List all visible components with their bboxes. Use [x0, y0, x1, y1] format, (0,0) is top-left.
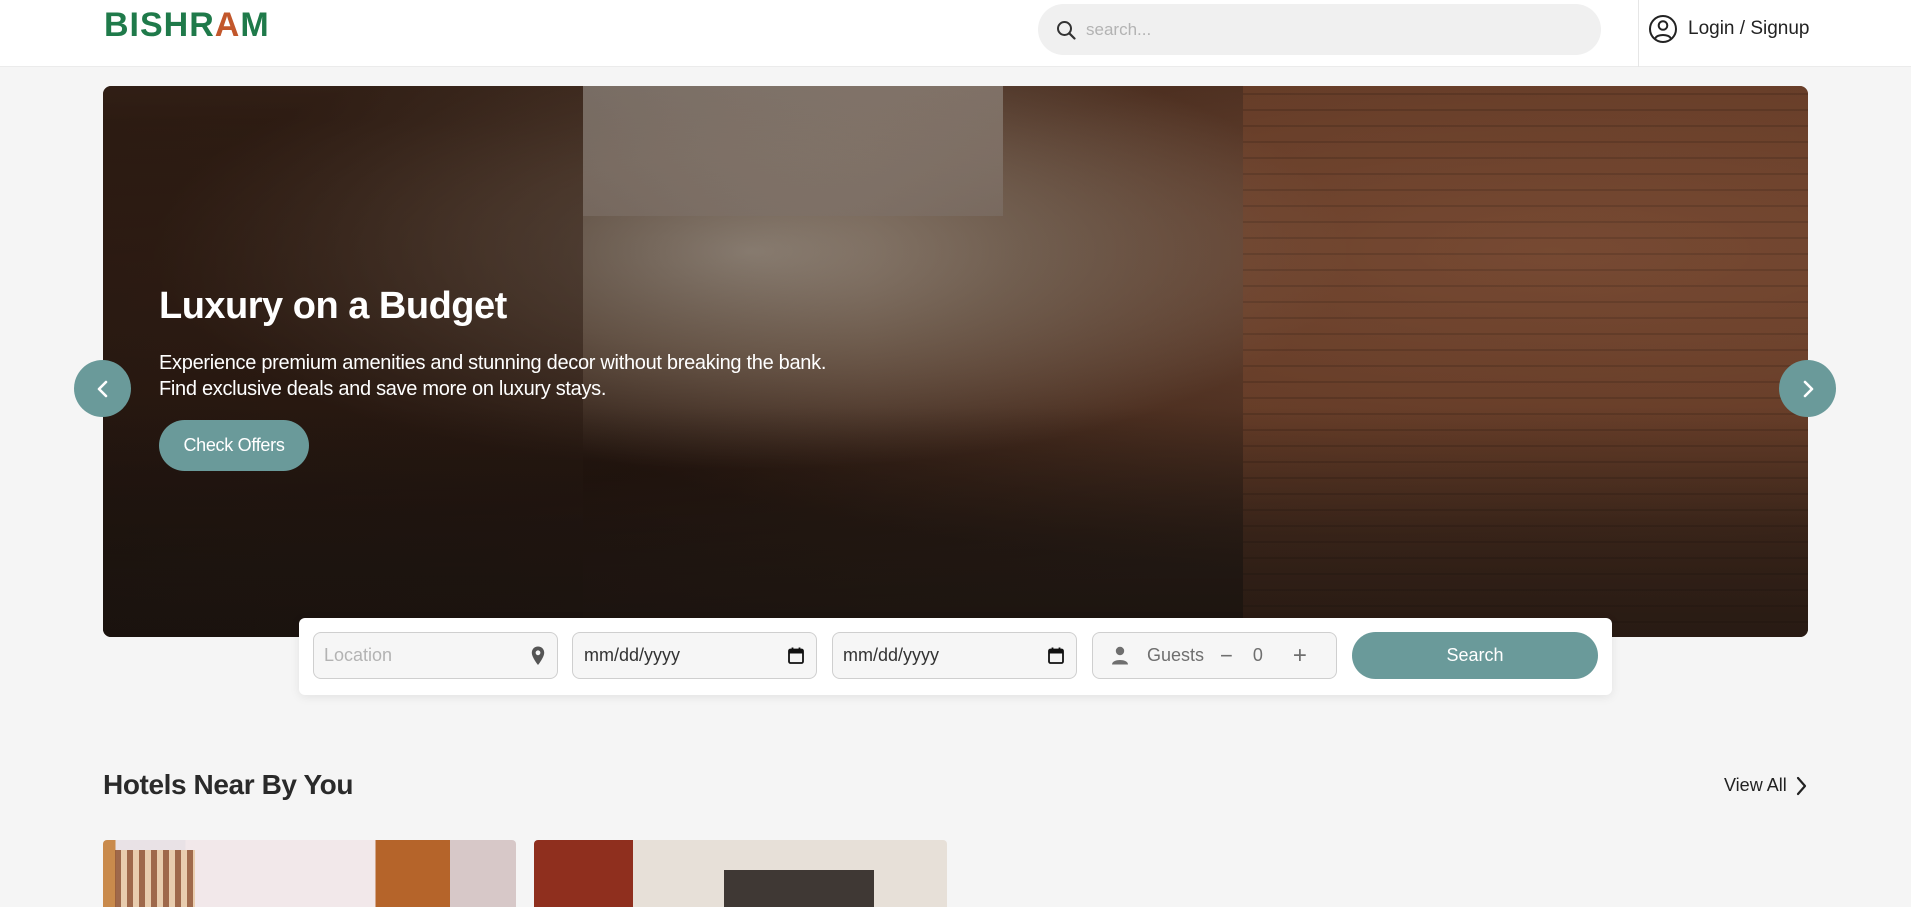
search-input[interactable] [1086, 19, 1566, 40]
login-signup-link[interactable]: Login / Signup [1648, 13, 1810, 45]
hotels-near-by-heading: Hotels Near By You [103, 769, 354, 800]
view-all-label: View All [1724, 775, 1787, 795]
hero-banner: Luxury on a Budget Experience premium am… [103, 86, 1808, 637]
location-field[interactable]: Location [313, 632, 558, 679]
header-search[interactable] [1038, 4, 1601, 55]
check-out-date-value: mm/dd/yyyy [843, 645, 940, 665]
hero-subtitle-line-1: Experience premium amenities and stunnin… [159, 352, 827, 374]
chevron-right-icon [1803, 380, 1813, 397]
map-pin-icon [531, 646, 545, 665]
location-placeholder: Location [324, 645, 393, 665]
hero-photo-sky [583, 86, 1003, 216]
chevron-left-icon [97, 380, 107, 397]
guests-decrement-button[interactable]: − [1220, 643, 1233, 669]
logo-text-accent: A [214, 6, 241, 44]
header-divider [1638, 0, 1639, 67]
guests-count: 0 [1252, 645, 1263, 665]
booking-search-bar: Location mm/dd/yyyy mm/dd/yyyy Guests − [299, 618, 1612, 695]
calendar-icon [788, 647, 804, 664]
view-all-link[interactable]: View All [1724, 775, 1807, 796]
hotel-card-image[interactable] [103, 840, 516, 907]
login-signup-label: Login / Signup [1688, 18, 1810, 39]
hero-subtitle-line-2: Find exclusive deals and save more on lu… [159, 378, 607, 400]
guests-increment-button[interactable]: + [1293, 642, 1307, 670]
user-account-icon [1649, 15, 1677, 43]
check-offers-button[interactable]: Check Offers [159, 420, 309, 471]
calendar-icon [1048, 647, 1064, 664]
hero-photo-crowd [103, 407, 1808, 637]
top-header: BISHRAM Login / Signup [0, 0, 1911, 67]
check-out-date-field[interactable]: mm/dd/yyyy [832, 632, 1077, 679]
person-icon [1112, 646, 1128, 665]
bishram-logo[interactable]: BISHRAM [104, 6, 270, 45]
search-button[interactable]: Search [1352, 632, 1598, 679]
hotel-card-image[interactable] [534, 840, 947, 907]
guests-stepper: Guests − 0 + [1092, 632, 1337, 679]
logo-text-start: BISHR [104, 6, 215, 44]
hero-subtitle: Experience premium amenities and stunnin… [159, 350, 959, 402]
search-icon [1057, 20, 1076, 40]
carousel-prev-button[interactable] [74, 360, 131, 417]
guests-label: Guests [1147, 645, 1205, 665]
check-in-date-value: mm/dd/yyyy [584, 645, 681, 665]
carousel-next-button[interactable] [1779, 360, 1836, 417]
hero-title: Luxury on a Budget [159, 285, 507, 327]
check-in-date-field[interactable]: mm/dd/yyyy [572, 632, 817, 679]
chevron-right-icon [1796, 776, 1806, 795]
logo-text-end: M [240, 6, 270, 44]
